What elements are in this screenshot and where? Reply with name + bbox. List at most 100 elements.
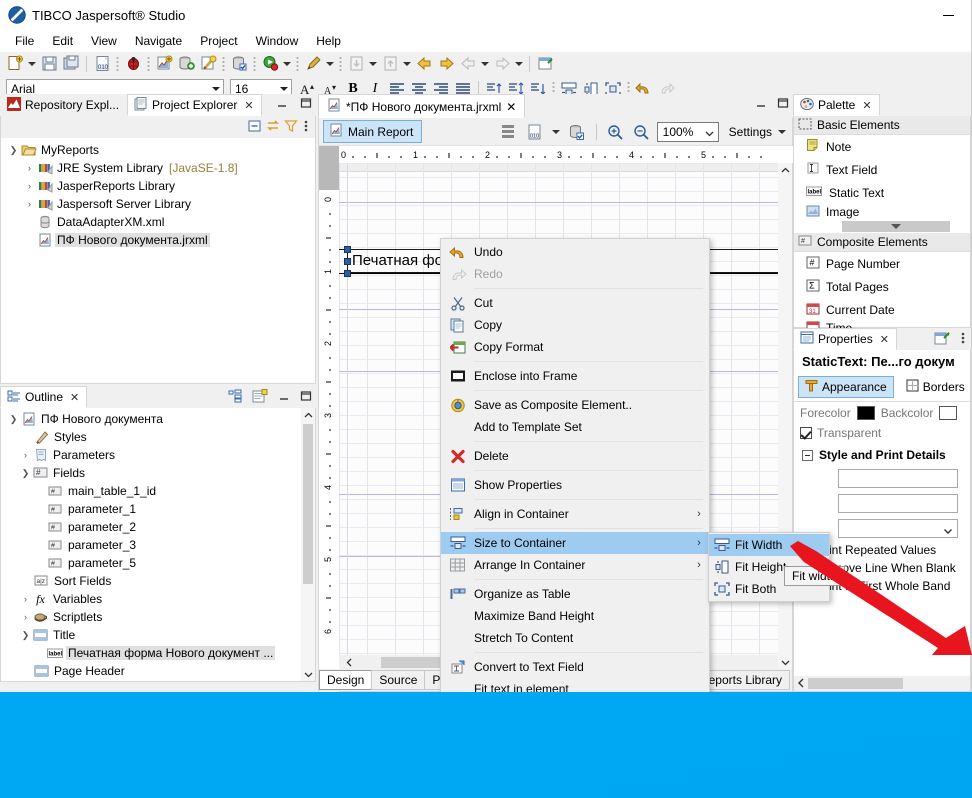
minimize-button[interactable] [925,0,971,30]
palette-group-composite-elements[interactable]: # Composite Elements [794,233,970,252]
back-grey-icon[interactable] [457,54,479,74]
menu-item-maximize-band-height[interactable]: Maximize Band Height [441,605,709,627]
export-dropdown-arrow[interactable] [401,54,413,74]
outline-row-field[interactable]: # main_table_1_id [1,482,315,500]
menu-item-view[interactable]: View [82,32,126,50]
resize-handle-w[interactable] [344,258,351,265]
menu-item-undo[interactable]: Undo [441,241,709,263]
zoom-out-icon[interactable] [631,122,653,142]
tree-row-myreports[interactable]: ❯ MyReports [1,141,315,159]
menu-item-convert-to-text-field[interactable]: Convert to Text Field [441,656,709,678]
tab-jrxml-editor[interactable]: *ПФ Нового документа.jrxml ✕ [318,94,526,118]
run-report-icon[interactable] [259,54,281,74]
second-input[interactable] [838,494,958,513]
tab-project-explorer[interactable]: Project Explorer ✕ [127,94,262,116]
palette-item-static-text[interactable]: label Static Text [794,181,970,204]
palette-item-total-pages[interactable]: Σ Total Pages [794,275,970,298]
view-menu-icon[interactable] [958,331,968,348]
tab-borders[interactable]: Borders [900,377,971,397]
outline-row-field[interactable]: # parameter_5 [1,554,315,572]
tab-repository-explorer[interactable]: Repository Expl... [0,94,128,116]
forward-yellow-icon[interactable] [435,54,457,74]
chevron-right-icon[interactable]: › [19,446,32,464]
back-yellow-icon[interactable] [413,54,435,74]
outline-row-field[interactable]: # parameter_1 [1,500,315,518]
chevron-right-icon[interactable]: › [23,195,36,213]
tree-row-jaspersoft-server-library[interactable]: › Jaspersoft Server Library [1,195,315,213]
preview-brush-icon[interactable] [302,54,324,74]
save-icon[interactable] [38,54,60,74]
import-dropdown-arrow[interactable] [367,54,379,74]
data-preview-arrow[interactable] [550,122,562,142]
outline-row-title-band[interactable]: ❯ Title [1,626,315,644]
close-icon[interactable]: ✕ [244,99,253,112]
outline-row-report[interactable]: ❯ ПФ Нового документа [1,410,315,428]
new-document-icon[interactable] [4,54,26,74]
outline-row-variables[interactable]: › fx Variables [1,590,315,608]
properties-horizontal-scrollbar[interactable] [794,676,970,691]
palette-item-current-date[interactable]: 31 Current Date [794,298,970,321]
menu-item-size-to-container[interactable]: Size to Container › [441,532,709,554]
maximize-view-icon[interactable] [300,97,312,112]
scroll-down-icon[interactable] [301,667,315,681]
mode-combo[interactable] [838,519,958,538]
sort-tree-icon[interactable] [228,389,242,406]
menu-item-align-in-container[interactable]: Align in Container › [441,503,709,525]
style-input[interactable] [838,469,958,488]
menu-item-copy[interactable]: Copy [441,314,709,336]
backcolor-swatch[interactable] [939,406,958,420]
tab-design[interactable]: Design [319,670,373,690]
close-icon[interactable]: ✕ [880,333,889,346]
outline-row-static-text[interactable]: label Печатная форма Нового документ ... [1,644,315,662]
save-all-icon[interactable] [60,54,82,74]
palette-item-text-field[interactable]: Text Field [794,158,970,181]
chevron-down-icon[interactable]: ❯ [7,141,20,159]
collapse-icon[interactable] [802,449,813,461]
compile-report-icon[interactable] [228,54,250,74]
menu-item-project[interactable]: Project [191,32,246,50]
scroll-up-icon[interactable] [778,163,792,177]
brush-dropdown-arrow[interactable] [324,54,336,74]
menu-item-copy-format[interactable]: Copy Format [441,336,709,358]
chevron-right-icon[interactable]: › [23,159,36,177]
menu-item-stretch-to-content[interactable]: Stretch To Content [441,627,709,649]
tab-source[interactable]: Source [371,670,426,690]
back-grey-arrow[interactable] [479,54,491,74]
forecolor-swatch[interactable] [856,406,875,420]
export-icon[interactable] [379,54,401,74]
menu-item-fit-text-in-element[interactable]: Fit text in element [441,678,709,692]
scroll-up-icon[interactable] [301,408,315,422]
palette-scroll-bar[interactable] [842,221,950,232]
menu-item-enclose-into-frame[interactable]: Enclose into Frame [441,365,709,387]
tab-palette[interactable]: Palette ✕ [793,94,880,116]
scroll-left-icon[interactable] [339,655,359,669]
forward-grey-icon[interactable] [491,54,513,74]
menu-item-cut[interactable]: Cut [441,292,709,314]
link-with-editor-icon[interactable] [265,118,281,137]
chevron-down-icon[interactable]: ❯ [19,464,32,482]
main-report-button[interactable]: Main Report [323,120,423,143]
new-report-icon[interactable] [153,54,175,74]
menu-item-save-as-composite-element[interactable]: Save as Composite Element.. [441,394,709,416]
outline-row-field[interactable]: # parameter_3 [1,536,315,554]
outline-row-parameters[interactable]: › Parameters [1,446,315,464]
palette-item-note[interactable]: Note [794,135,970,158]
new-style-icon[interactable] [197,54,219,74]
outline-row-sort-fields[interactable]: a|z Sort Fields [1,572,315,590]
close-icon[interactable]: ✕ [70,391,79,404]
tree-row-jasperreports-library[interactable]: › JasperReports Library [1,177,315,195]
menu-item-organize-as-table[interactable]: Organize as Table [441,583,709,605]
settings-label[interactable]: Settings [729,125,772,139]
minimize-view-icon[interactable] [278,390,290,405]
menu-item-show-properties[interactable]: Show Properties [441,474,709,496]
menu-item-delete[interactable]: Delete [441,445,709,467]
zoom-level-combo[interactable]: 100% [656,121,719,142]
menu-item-help[interactable]: Help [307,32,350,50]
resize-handle-nw[interactable] [344,246,351,253]
tree-row-jre-system-library[interactable]: › JRE System Library [JavaSE-1.8] [1,159,315,177]
outline-row-styles[interactable]: Styles [1,428,315,446]
report-outline-icon[interactable] [252,389,268,406]
minimize-view-icon[interactable] [755,97,767,112]
collapse-all-icon[interactable] [247,118,263,137]
palette-item-page-number[interactable]: # Page Number [794,252,970,275]
